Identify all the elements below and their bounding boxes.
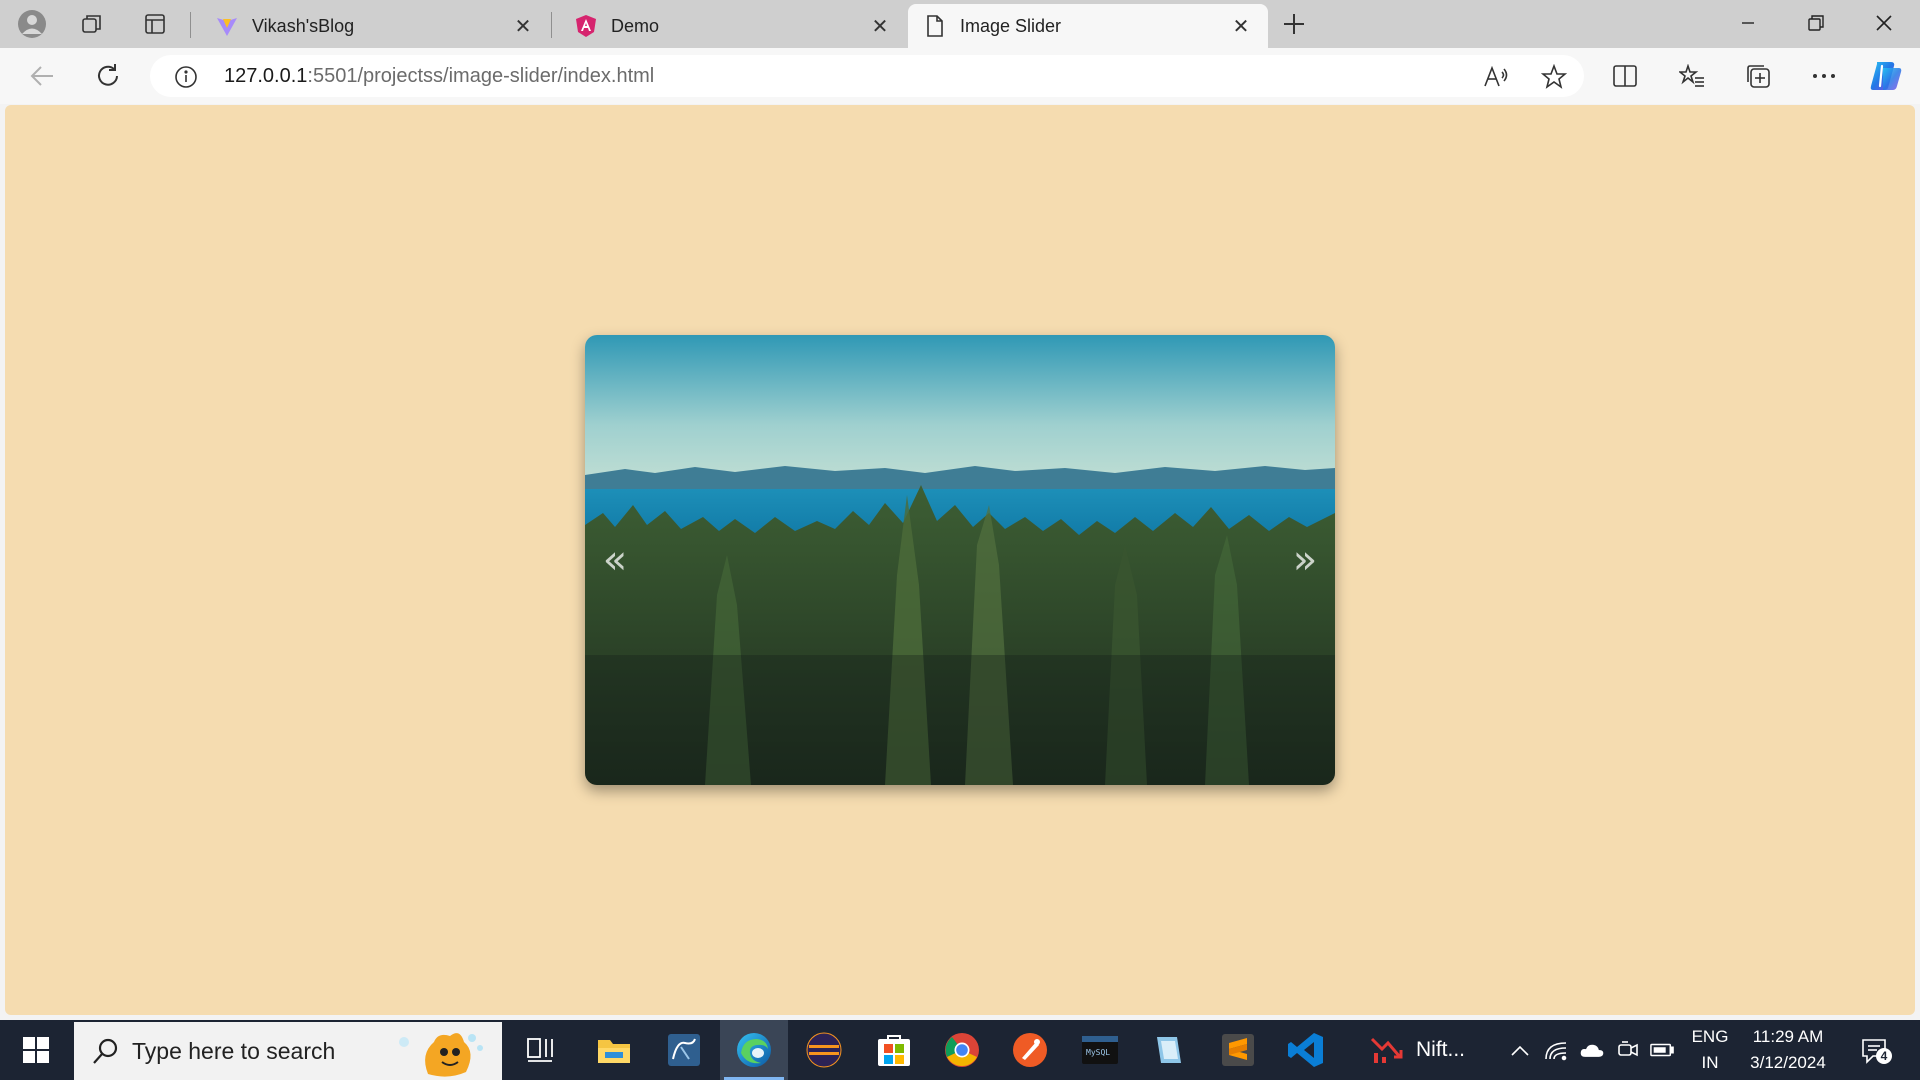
clock-time[interactable]: 11:29 AM — [1738, 1027, 1838, 1047]
stock-chart-icon — [1370, 1037, 1403, 1063]
edge-icon[interactable] — [720, 1020, 788, 1080]
prev-slide-button[interactable]: « — [593, 535, 637, 585]
minimize-icon[interactable] — [1714, 0, 1782, 46]
tab-vikashs-blog[interactable]: Vikash'sBlog ✕ — [200, 4, 550, 48]
close-tab-icon[interactable]: ✕ — [867, 13, 893, 39]
file-explorer-icon[interactable] — [580, 1020, 648, 1080]
url-text[interactable]: 127.0.0.1:5501/projectss/image-slider/in… — [224, 65, 654, 88]
address-bar-row: 127.0.0.1:5501/projectss/image-slider/in… — [0, 48, 1920, 104]
taskbar-search-box[interactable]: Type here to search — [74, 1022, 502, 1080]
notepad-icon[interactable] — [1134, 1020, 1202, 1080]
copilot-icon[interactable] — [1866, 56, 1906, 96]
split-screen-icon[interactable] — [1605, 56, 1645, 96]
task-view-icon[interactable] — [506, 1020, 574, 1080]
wifi-icon[interactable] — [1544, 1038, 1568, 1062]
refresh-icon[interactable] — [88, 56, 128, 96]
profile-icon[interactable] — [10, 6, 54, 42]
favorites-icon[interactable] — [1672, 56, 1712, 96]
tab-title: Vikash'sBlog — [252, 15, 355, 36]
vertical-tabs-icon[interactable] — [133, 6, 177, 42]
vscode-icon[interactable] — [1272, 1020, 1340, 1080]
input-language[interactable]: ENG — [1688, 1027, 1732, 1047]
vite-icon — [214, 13, 240, 39]
tab-demo[interactable]: Demo ✕ — [559, 4, 907, 48]
next-slide-button[interactable]: » — [1283, 535, 1327, 585]
workspaces-icon[interactable] — [70, 6, 114, 42]
read-aloud-icon[interactable] — [1482, 63, 1510, 91]
notification-count-badge: 4 — [1876, 1048, 1892, 1064]
site-info-icon[interactable] — [174, 65, 198, 94]
tab-strip: Vikash'sBlog ✕ Demo ✕ Image Slider ✕ — [0, 0, 1920, 48]
slide-image — [585, 335, 1335, 785]
restore-icon[interactable] — [1782, 0, 1850, 46]
chrome-icon[interactable] — [928, 1020, 996, 1080]
close-tab-icon[interactable]: ✕ — [1228, 13, 1254, 39]
app-label: Nift... — [1416, 1038, 1466, 1061]
microsoft-store-icon[interactable] — [860, 1020, 928, 1080]
taskbar: Type here to search MySQL Nift... ENG IN… — [0, 1020, 1920, 1080]
address-bar[interactable]: 127.0.0.1:5501/projectss/image-slider/in… — [150, 55, 1584, 97]
favorite-star-icon[interactable] — [1540, 63, 1568, 91]
page-icon — [922, 13, 948, 39]
tab-separator — [190, 12, 191, 38]
eclipse-icon[interactable] — [790, 1020, 858, 1080]
collections-icon[interactable] — [1738, 56, 1778, 96]
close-tab-icon[interactable]: ✕ — [510, 13, 536, 39]
search-highlight-icon — [398, 1024, 498, 1080]
show-hidden-icons-icon[interactable] — [1508, 1038, 1532, 1062]
meet-now-icon[interactable] — [1616, 1038, 1640, 1062]
sublime-text-icon[interactable] — [1204, 1020, 1272, 1080]
angular-icon — [573, 13, 599, 39]
back-icon[interactable] — [22, 56, 62, 96]
clock-date[interactable]: 3/12/2024 — [1738, 1053, 1838, 1073]
postman-icon[interactable] — [996, 1020, 1064, 1080]
tab-title: Demo — [611, 15, 660, 36]
close-window-icon[interactable] — [1850, 0, 1918, 46]
page-viewport: « » — [5, 105, 1915, 1015]
tab-image-slider[interactable]: Image Slider ✕ — [908, 4, 1268, 48]
more-options-icon[interactable] — [1804, 56, 1844, 96]
search-placeholder: Type here to search — [132, 1038, 336, 1064]
svg-text:MySQL: MySQL — [1086, 1048, 1110, 1057]
image-slider: « » — [585, 335, 1335, 785]
input-region[interactable]: IN — [1688, 1053, 1732, 1073]
notifications-icon[interactable]: 4 — [1860, 1036, 1892, 1066]
new-tab-button[interactable] — [1276, 6, 1312, 42]
mysql-shell-icon[interactable]: MySQL — [1066, 1020, 1134, 1080]
mysql-workbench-icon[interactable] — [650, 1020, 718, 1080]
tab-title: Image Slider — [960, 15, 1062, 36]
tab-separator — [551, 12, 552, 38]
start-button[interactable] — [2, 1020, 70, 1080]
nifty-app-button[interactable]: Nift... — [1340, 1020, 1480, 1080]
onedrive-icon[interactable] — [1580, 1038, 1604, 1062]
search-icon — [90, 1036, 120, 1071]
battery-icon[interactable] — [1650, 1038, 1674, 1062]
